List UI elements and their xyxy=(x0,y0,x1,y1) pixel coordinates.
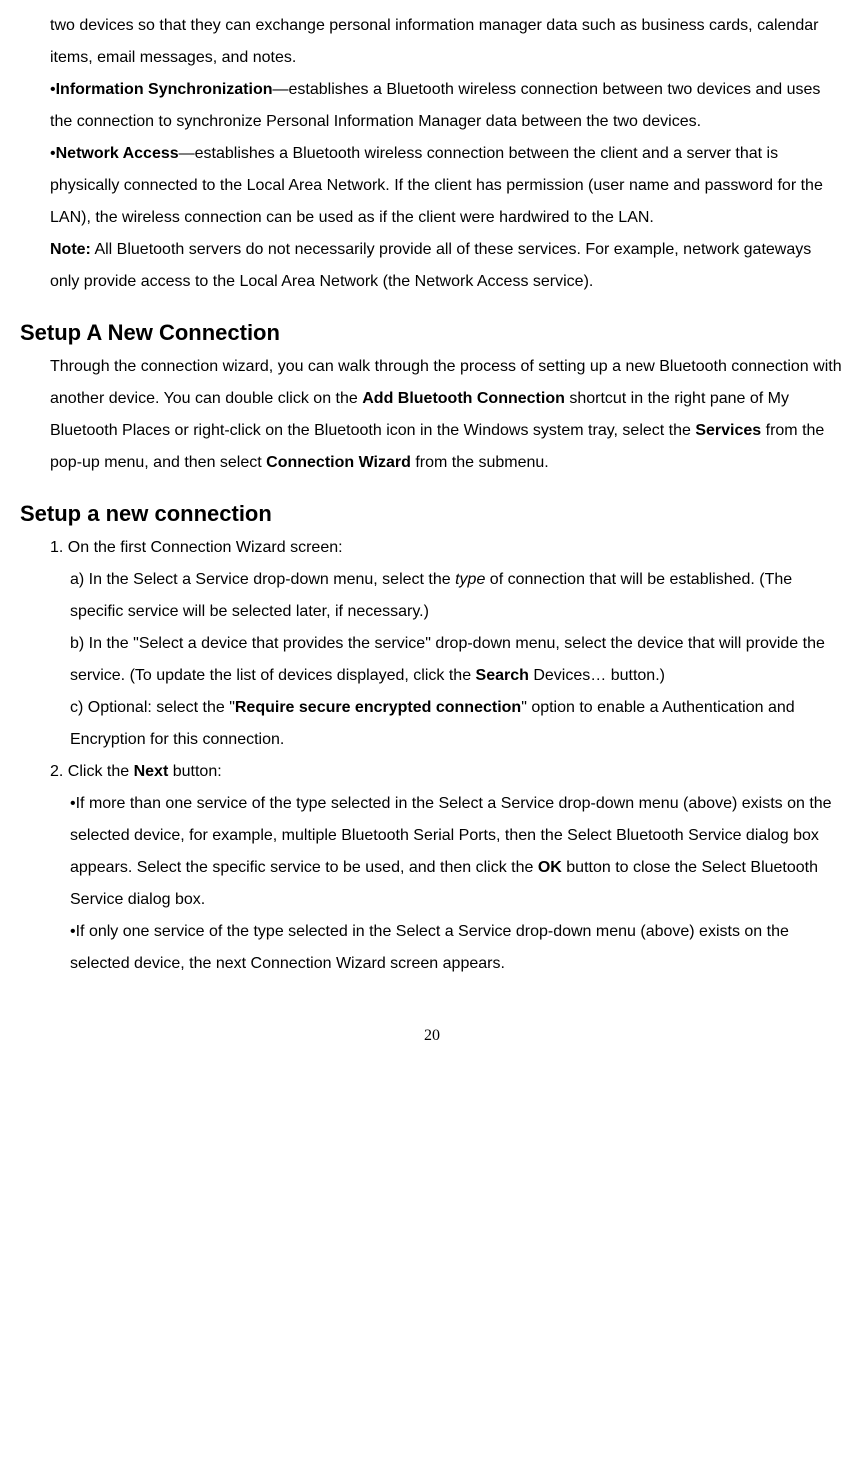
step-1a: a) In the Select a Service drop-down men… xyxy=(70,564,844,628)
note-text: All Bluetooth servers do not necessarily… xyxy=(50,241,811,290)
note-label: Note: xyxy=(50,241,91,258)
setup-description: Through the connection wizard, you can w… xyxy=(50,351,844,479)
next-bold: Next xyxy=(134,763,169,780)
step1b-text-a: b) In the "Select a device that provides… xyxy=(70,635,825,684)
heading-setup-lowercase: Setup a new connection xyxy=(20,499,844,530)
type-italic: type xyxy=(455,571,485,588)
step-2-bullet-2: •If only one service of the type selecte… xyxy=(70,916,844,980)
step-1c: c) Optional: select the "Require secure … xyxy=(70,692,844,756)
paragraph-exchange-info: two devices so that they can exchange pe… xyxy=(50,10,844,74)
ok-bold: OK xyxy=(538,859,562,876)
note-paragraph: Note: All Bluetooth servers do not neces… xyxy=(50,234,844,298)
services-label: Services xyxy=(695,422,761,439)
heading-setup-new-connection: Setup A New Connection xyxy=(20,318,844,349)
search-bold: Search xyxy=(476,667,529,684)
bullet-info-sync: •Information Synchronization—establishes… xyxy=(50,74,844,138)
page-number: 20 xyxy=(20,1020,844,1052)
step1a-text-a: a) In the Select a Service drop-down men… xyxy=(70,571,455,588)
step-1: 1. On the first Connection Wizard screen… xyxy=(50,532,844,564)
connection-wizard-label: Connection Wizard xyxy=(266,454,411,471)
network-access-label: Network Access xyxy=(56,145,179,162)
bullet-network-access: •Network Access—establishes a Bluetooth … xyxy=(50,138,844,234)
step-2: 2. Click the Next button: xyxy=(50,756,844,788)
step2-text-a: 2. Click the xyxy=(50,763,134,780)
step-1b: b) In the "Select a device that provides… xyxy=(70,628,844,692)
require-secure-bold: Require secure encrypted connection xyxy=(235,699,521,716)
step2-text-c: button: xyxy=(168,763,221,780)
add-bluetooth-connection-label: Add Bluetooth Connection xyxy=(362,390,565,407)
step-2-bullet-1: •If more than one service of the type se… xyxy=(70,788,844,916)
setup-desc-g: from the submenu. xyxy=(411,454,549,471)
info-sync-label: Information Synchronization xyxy=(56,81,273,98)
step1c-text-a: c) Optional: select the " xyxy=(70,699,235,716)
step1b-text-c: Devices… button.) xyxy=(529,667,665,684)
